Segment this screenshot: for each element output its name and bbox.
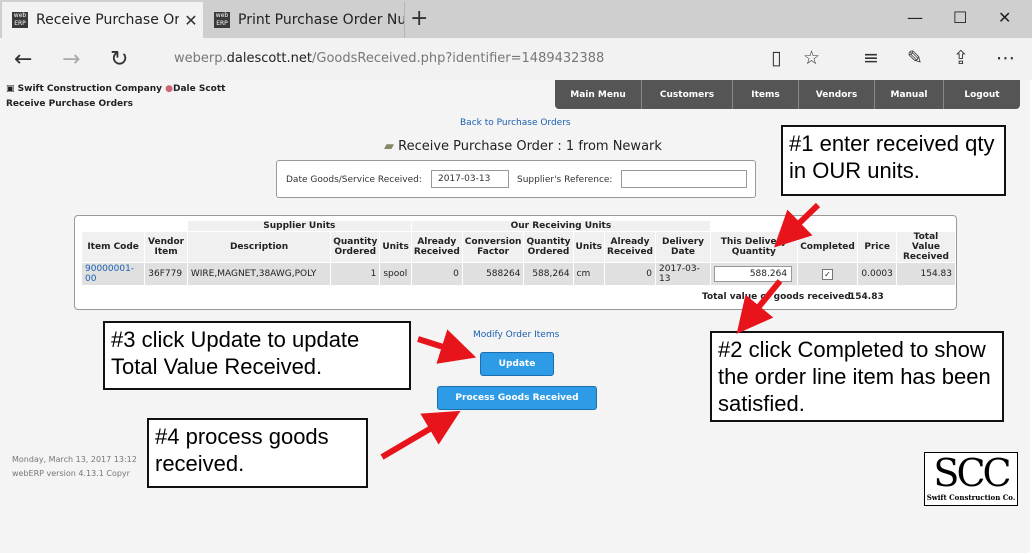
arrow-2 xyxy=(736,279,783,334)
arrow-1 xyxy=(774,202,821,248)
annotation-arrows xyxy=(380,202,821,460)
arrow-3 xyxy=(417,329,477,364)
arrow-4 xyxy=(380,410,461,460)
